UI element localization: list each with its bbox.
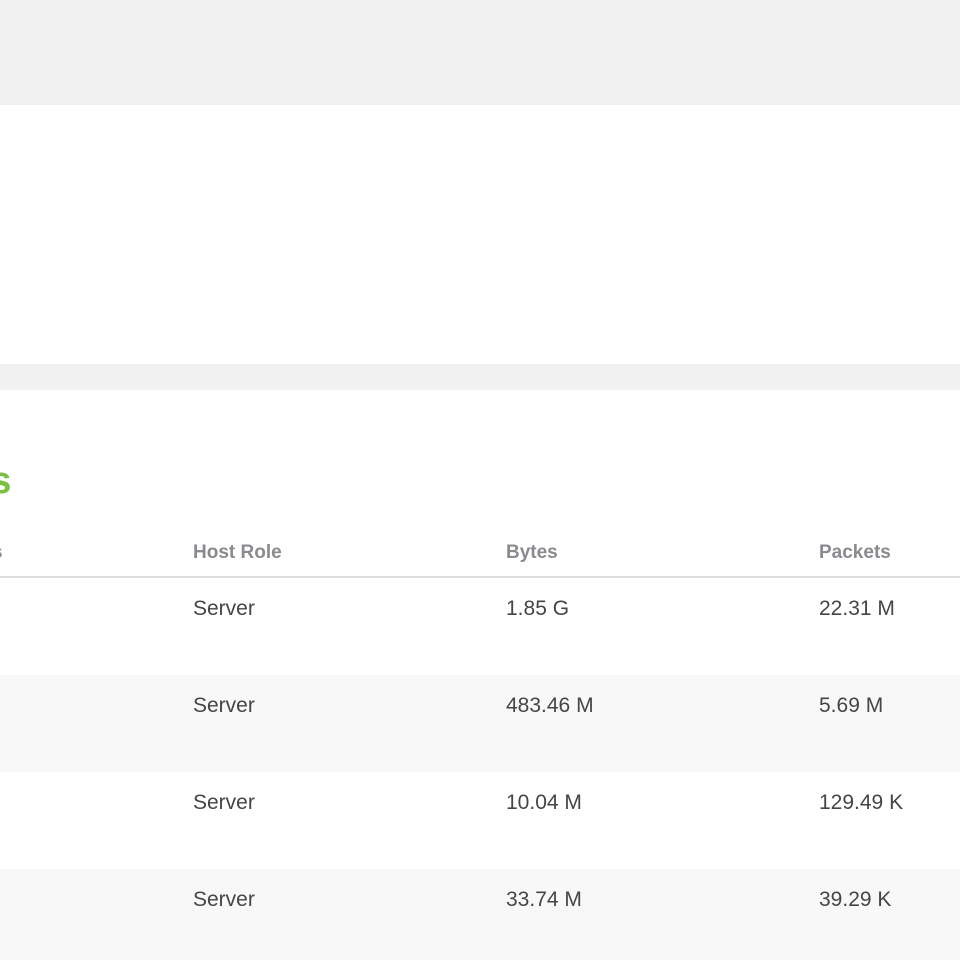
empty-content-panel — [0, 105, 960, 364]
host-role-cell: Server — [193, 597, 255, 620]
packets-cell: 22.31 M — [819, 597, 895, 620]
table-row[interactable]: Server 10.04 M 129.49 K — [0, 772, 960, 869]
packets-cell: 39.29 K — [819, 888, 892, 911]
hosts-table-panel: rs s Host Role Bytes Packets Server 1.85… — [0, 390, 960, 960]
bytes-cell: 483.46 M — [506, 694, 594, 717]
table-row[interactable]: Server 483.46 M 5.69 M — [0, 675, 960, 772]
table-row[interactable]: Server 1.85 G 22.31 M — [0, 578, 960, 675]
bytes-cell: 33.74 M — [506, 888, 582, 911]
packets-cell: 129.49 K — [819, 791, 904, 814]
column-header-packets[interactable]: Packets — [819, 543, 891, 562]
table-row[interactable]: Server 33.74 M 39.29 K — [0, 869, 960, 960]
table-header-row: s Host Role Bytes Packets — [0, 530, 960, 578]
column-header-clipped[interactable]: s — [0, 543, 3, 562]
column-header-bytes[interactable]: Bytes — [506, 543, 558, 562]
host-role-cell: Server — [193, 694, 255, 717]
bytes-cell: 10.04 M — [506, 791, 582, 814]
packets-cell: 5.69 M — [819, 694, 884, 717]
column-header-host-role[interactable]: Host Role — [193, 543, 282, 562]
bytes-cell: 1.85 G — [506, 597, 570, 620]
panel-gap — [0, 364, 960, 390]
section-title: rs — [0, 460, 12, 502]
top-background-band — [0, 0, 960, 105]
host-role-cell: Server — [193, 791, 255, 814]
host-role-cell: Server — [193, 888, 255, 911]
table-body: Server 1.85 G 22.31 M Server 483.46 M 5.… — [0, 578, 960, 960]
